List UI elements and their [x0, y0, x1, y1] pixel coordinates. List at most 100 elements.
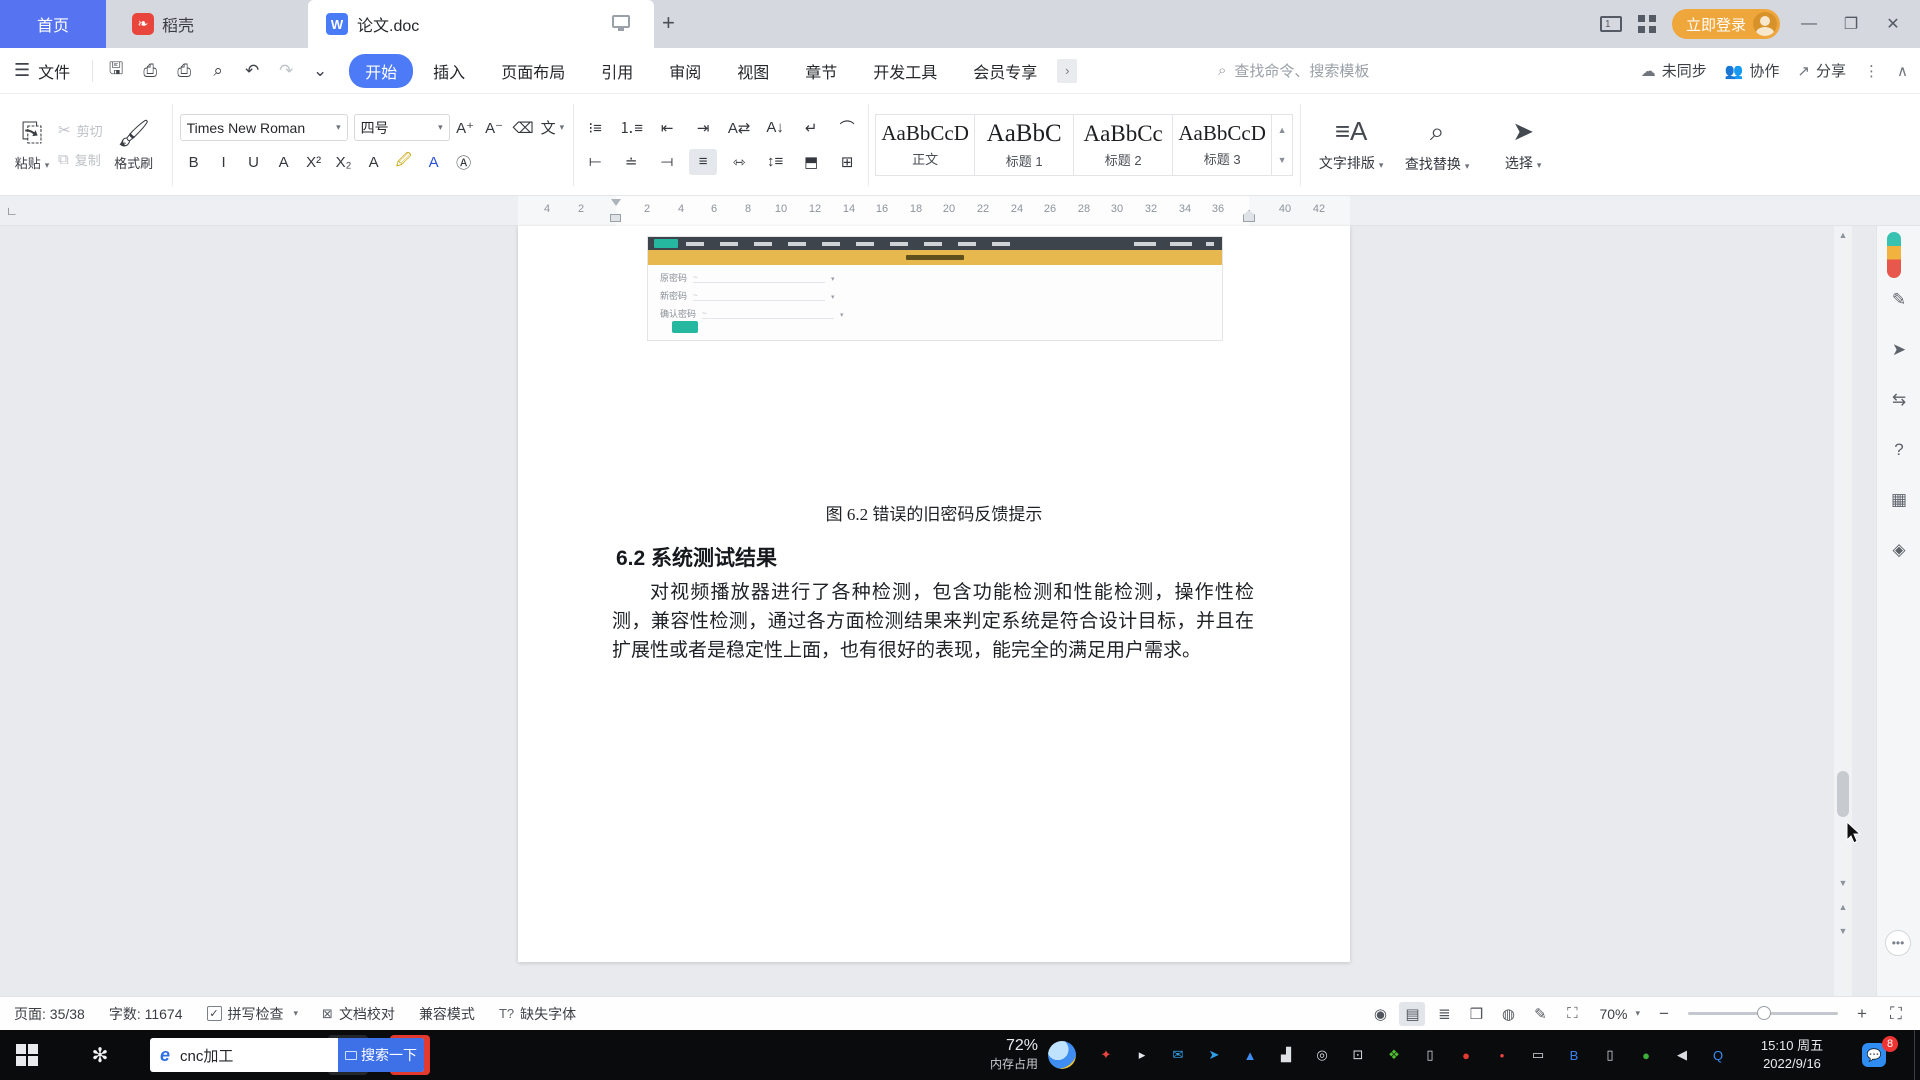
shading-button[interactable]: ⬒	[797, 149, 825, 175]
bold-button[interactable]: B	[180, 149, 208, 175]
tray-network-icon[interactable]: ▟	[1268, 1047, 1304, 1063]
collaborate-button[interactable]: 👥 协作	[1725, 60, 1780, 81]
app-grid-icon[interactable]	[1638, 15, 1656, 33]
subscript-button[interactable]: X₂	[330, 149, 358, 175]
number-list-button[interactable]: ⒈≡	[617, 115, 645, 141]
scroll-up-arrow[interactable]: ▲	[1834, 230, 1852, 240]
highlight-button[interactable]: 🖉	[390, 149, 418, 175]
collapse-ribbon-icon[interactable]: ∧	[1897, 62, 1908, 80]
fullscreen-button[interactable]: ⛶	[1886, 1004, 1906, 1024]
tray-bell-icon[interactable]: ◎	[1304, 1047, 1340, 1063]
compat-mode-label[interactable]: 兼容模式	[419, 1004, 475, 1024]
tray-red-dot-icon[interactable]: •	[1484, 1048, 1520, 1063]
tray-red-circle-icon[interactable]: ●	[1448, 1048, 1484, 1063]
taskbar-clock[interactable]: 15:10 周五 2022/9/16	[1742, 1037, 1842, 1073]
restore-button[interactable]: ❐	[1838, 14, 1864, 34]
tray-bluetooth-icon[interactable]: B	[1556, 1048, 1592, 1063]
tray-telegram-icon[interactable]: ➤	[1196, 1047, 1232, 1063]
increase-font-button[interactable]: A⁺	[452, 115, 479, 141]
next-page-button[interactable]: ▼	[1834, 926, 1852, 936]
zoom-in-button[interactable]: +	[1852, 1004, 1872, 1024]
page-indicator[interactable]: 页面: 35/38	[14, 1004, 85, 1024]
show-desktop-button[interactable]	[1914, 1030, 1920, 1080]
adjust-tool-icon[interactable]: ⇆	[1892, 390, 1906, 410]
indent-button[interactable]: ⇥	[689, 115, 717, 141]
tray-thunder-icon[interactable]: ✦	[1088, 1047, 1124, 1063]
export-icon[interactable]: ⎙	[135, 61, 165, 81]
tab-member[interactable]: 会员专享	[957, 54, 1053, 88]
tab-view[interactable]: 视图	[721, 54, 785, 88]
tab-references[interactable]: 引用	[585, 54, 649, 88]
tray-shield-icon[interactable]: ▲	[1232, 1048, 1268, 1063]
tray-mouse-icon[interactable]: ▯	[1412, 1047, 1448, 1063]
eye-protect-icon[interactable]: ◉	[1367, 1002, 1393, 1026]
copy-button[interactable]: ⧉ 复制	[58, 150, 103, 169]
style-normal[interactable]: AaBbCcD 正文	[875, 114, 975, 176]
borders-button[interactable]: ⊞	[833, 149, 861, 175]
tray-phone-icon[interactable]: ▯	[1592, 1047, 1628, 1063]
missing-font-button[interactable]: T? 缺失字体	[499, 1004, 576, 1024]
start-button[interactable]	[16, 1044, 38, 1066]
taskbar-search-input[interactable]: cnc加工	[180, 1045, 338, 1066]
clear-format-button[interactable]: ⌫	[510, 115, 537, 141]
select-tool-icon[interactable]: ➤	[1892, 340, 1906, 360]
tab-selector-icon[interactable]: ∟	[6, 204, 18, 218]
pinyin-guide-button[interactable]: 文▾	[539, 115, 567, 141]
tray-laptop-icon[interactable]: ▭	[1520, 1047, 1556, 1063]
distribute-button[interactable]: ⇿	[725, 149, 753, 175]
first-line-indent-marker[interactable]	[611, 199, 621, 206]
sidebar-more-button[interactable]: •••	[1885, 930, 1911, 956]
font-color-button[interactable]: A	[270, 149, 298, 175]
tray-green-leaf-icon[interactable]: ❖	[1376, 1047, 1412, 1063]
sort-button[interactable]: A↓	[761, 115, 789, 141]
pen-tool-icon[interactable]: ✎	[1892, 290, 1906, 310]
spellcheck-toggle[interactable]: ✓ 拼写检查▾	[207, 1004, 299, 1024]
docer-tab[interactable]: ❧ 稻壳	[106, 0, 256, 48]
styles-scroll-up[interactable]: ▲	[1272, 115, 1292, 145]
text-layout-button[interactable]: ≡A 文字排版▾	[1308, 102, 1394, 188]
file-menu-button[interactable]: ☰ 文件	[14, 59, 84, 83]
undo-icon[interactable]: ↶	[237, 61, 267, 81]
image-extract-icon[interactable]: ▦	[1891, 490, 1907, 510]
overflow-menu-icon[interactable]: ⋮	[1864, 62, 1879, 80]
style-heading3[interactable]: AaBbCcD 标题 3	[1172, 114, 1272, 176]
zoom-slider-knob[interactable]	[1757, 1006, 1771, 1020]
styles-scroll-down[interactable]: ▼	[1272, 145, 1292, 175]
find-replace-button[interactable]: ⌕ 查找替换▾	[1394, 102, 1480, 188]
taskbar-search-button[interactable]: 搜索一下	[338, 1038, 424, 1072]
more-tabs-button[interactable]: ›	[1057, 59, 1077, 83]
style-heading2[interactable]: AaBbCc 标题 2	[1073, 114, 1173, 176]
tray-green-dot-icon[interactable]: ●	[1628, 1048, 1664, 1063]
minimize-button[interactable]: —	[1796, 15, 1822, 33]
char-underline-color-button[interactable]: A	[420, 149, 448, 175]
close-button[interactable]: ✕	[1880, 14, 1906, 34]
taskbar-search-widget[interactable]: e cnc加工 搜索一下	[150, 1038, 424, 1072]
superscript-button[interactable]: X²	[300, 149, 328, 175]
bullet-list-button[interactable]: ⁝≡	[581, 115, 609, 141]
memory-widget[interactable]: 72% 内存占用	[952, 1037, 1038, 1073]
save-icon[interactable]: 🖫	[101, 56, 131, 85]
tab-dev-tools[interactable]: 开发工具	[857, 54, 953, 88]
text-effects-button[interactable]: A	[360, 149, 388, 175]
split-screen-icon[interactable]	[612, 15, 630, 28]
underline-button[interactable]: U	[240, 149, 268, 175]
cut-button[interactable]: ✂ 剪切	[58, 121, 103, 140]
style-heading1[interactable]: AaBbC 标题 1	[974, 114, 1074, 176]
tray-search-q-icon[interactable]: Q	[1700, 1048, 1736, 1063]
tab-review[interactable]: 审阅	[653, 54, 717, 88]
previous-page-button[interactable]: ▲	[1834, 902, 1852, 912]
outline-view-icon[interactable]: ≣	[1431, 1002, 1457, 1026]
ruler-tool-icon[interactable]: ⌒	[833, 115, 861, 141]
outdent-button[interactable]: ⇤	[653, 115, 681, 141]
promo-strip-icon[interactable]	[1887, 232, 1901, 278]
tray-volume-icon[interactable]: ◀	[1664, 1047, 1700, 1063]
align-left-button[interactable]: ⟝	[581, 149, 609, 175]
font-size-select[interactable]: 四号▾	[354, 114, 450, 141]
redo-icon[interactable]: ↷	[271, 61, 301, 81]
tab-insert[interactable]: 插入	[417, 54, 481, 88]
tag-icon[interactable]: ◈	[1892, 540, 1905, 560]
tray-tim-icon[interactable]: ✉	[1160, 1047, 1196, 1063]
command-search-input[interactable]: ⌕ 查找命令、搜索模板	[1218, 60, 1369, 81]
tab-home-ribbon[interactable]: 开始	[349, 54, 413, 88]
justify-button[interactable]: ≡	[689, 149, 717, 175]
